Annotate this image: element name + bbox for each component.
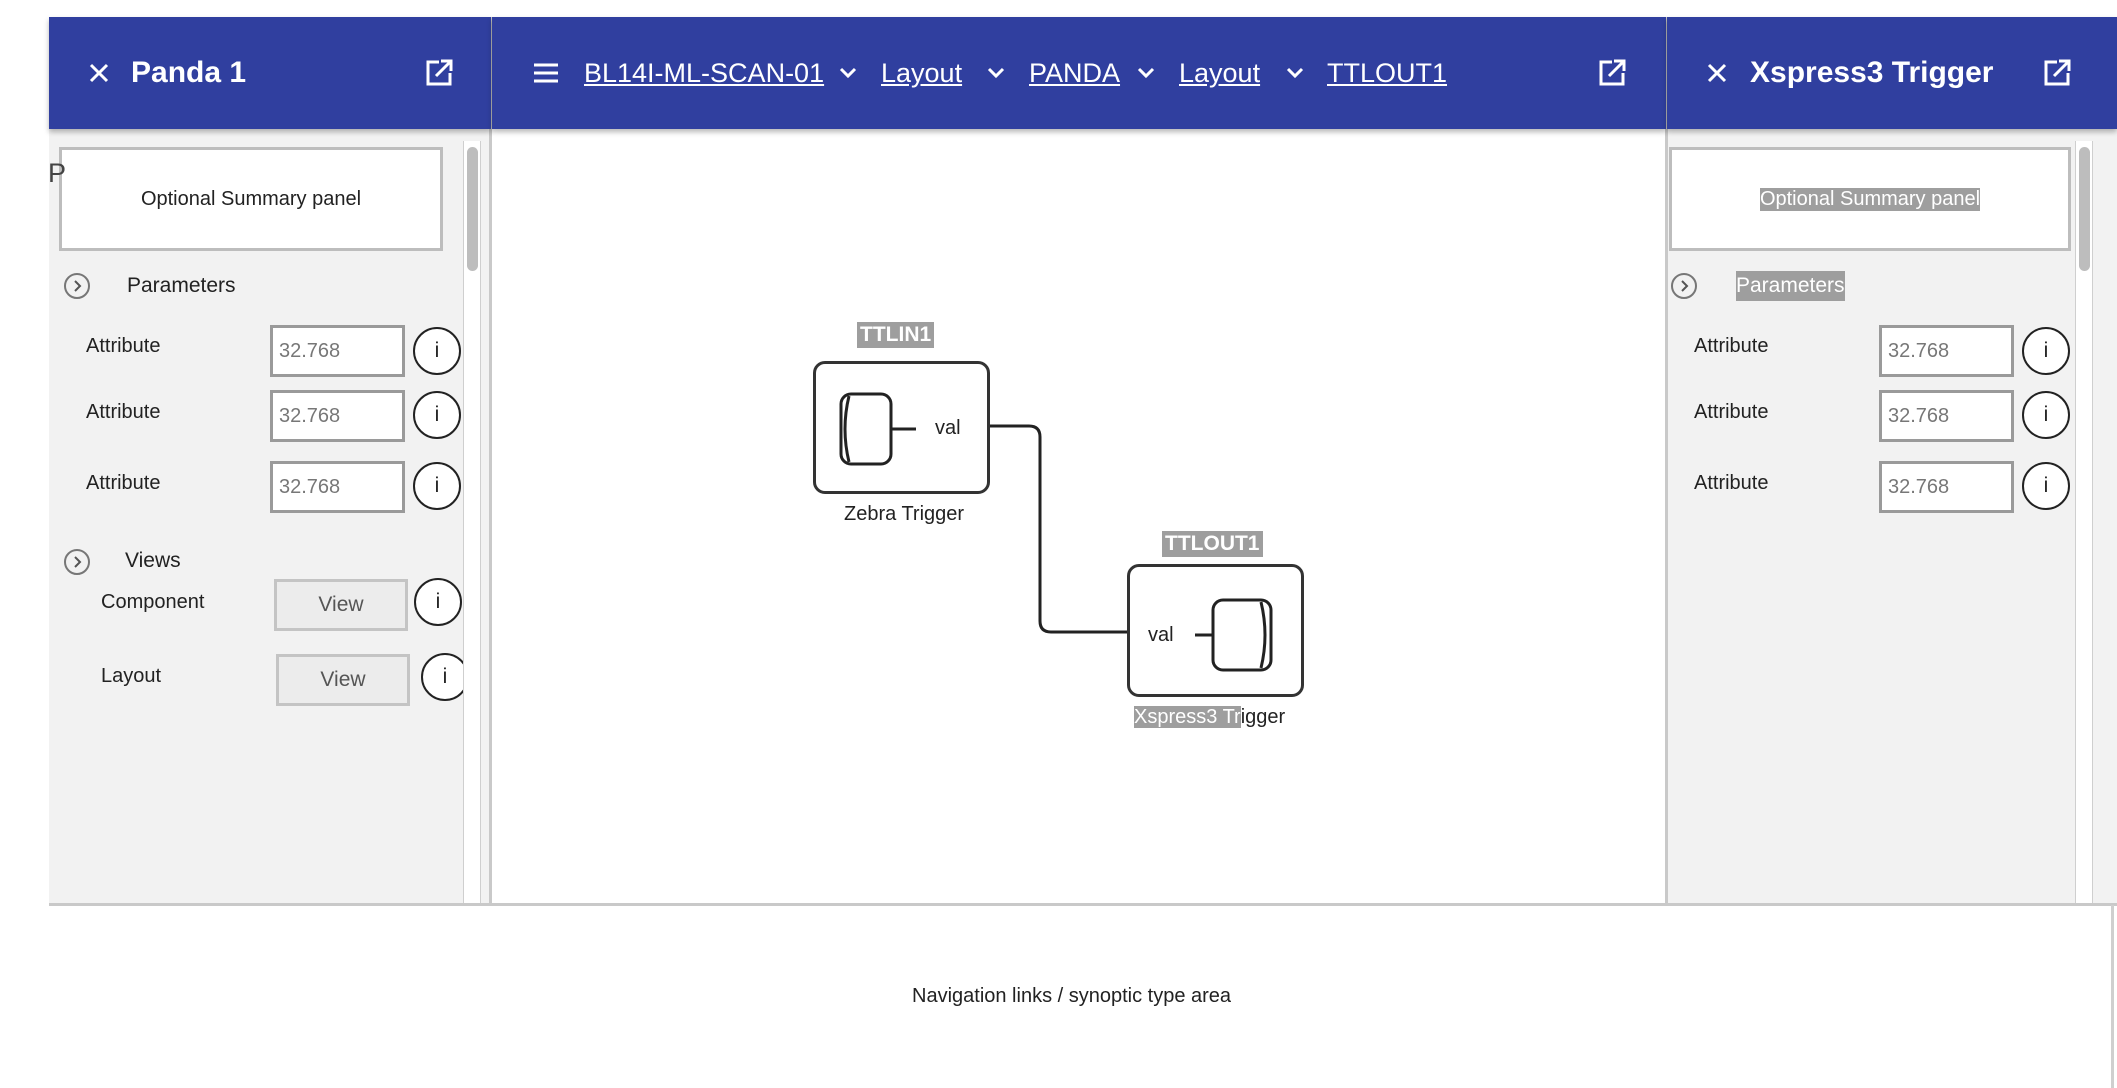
attribute-label: Attribute: [86, 472, 161, 494]
attribute-label: Attribute: [1694, 335, 1769, 357]
open-in-new-icon[interactable]: [1592, 53, 1632, 93]
component-view-button[interactable]: View: [274, 579, 408, 631]
right-panel-title: Xspress3 Trigger: [1750, 56, 1994, 89]
layout-header: BL14I-ML-SCAN-01 Layout PANDA Layout TTL…: [492, 17, 1666, 129]
info-icon[interactable]: i: [413, 391, 461, 439]
attribute-label: Attribute: [86, 335, 161, 357]
info-icon[interactable]: i: [2022, 327, 2070, 375]
left-panel: Optional Summary panel Parameters Attrib…: [49, 129, 491, 905]
summary-panel: Optional Summary panel: [59, 147, 443, 251]
parameters-label[interactable]: Parameters: [127, 271, 236, 301]
breadcrumb-layout-2[interactable]: Layout: [1179, 17, 1260, 129]
block-label-xspress3-trigger: Xspress3 Trigger: [1134, 706, 1285, 729]
block-title-ttlout1: TTLOUT1: [1162, 531, 1263, 557]
port-label: val: [1148, 624, 1174, 646]
chevron-down-icon[interactable]: [980, 57, 1012, 89]
chevron-down-icon[interactable]: [1279, 57, 1311, 89]
stray-text: P: [48, 158, 67, 188]
scrollbar-thumb[interactable]: [2079, 147, 2090, 271]
block-ttlout1[interactable]: val: [1127, 564, 1304, 697]
info-icon[interactable]: i: [2022, 391, 2070, 439]
right-panel: Optional Summary panel Parameters Attrib…: [1667, 129, 2117, 905]
chevron-right-circle-icon[interactable]: [1670, 272, 1698, 300]
open-in-new-icon[interactable]: [419, 53, 459, 93]
breadcrumb-layout-1[interactable]: Layout: [881, 17, 962, 129]
info-icon[interactable]: i: [413, 327, 461, 375]
left-panel-header: Panda 1: [49, 17, 491, 129]
footer-divider: [49, 903, 2117, 906]
attribute-input[interactable]: [1879, 325, 2014, 377]
block-ttlin1[interactable]: val: [813, 361, 990, 494]
menu-icon[interactable]: [526, 53, 566, 93]
summary-panel-text: Optional Summary panel: [1759, 187, 1981, 211]
layout-canvas[interactable]: TTLIN1 val Zebra Trigger TTLOUT1 val Xsp…: [492, 129, 1666, 905]
attribute-label: Attribute: [1694, 472, 1769, 494]
right-panel-header: Xspress3 Trigger: [1667, 17, 2117, 129]
info-icon[interactable]: i: [421, 653, 469, 701]
connection-wire: [989, 424, 1127, 634]
divider-left[interactable]: [489, 17, 492, 905]
attribute-input[interactable]: [1879, 390, 2014, 442]
view-label-component: Component: [101, 591, 205, 613]
info-icon[interactable]: i: [413, 462, 461, 510]
parameters-label[interactable]: Parameters: [1736, 271, 1845, 301]
block-title-ttlin1: TTLIN1: [857, 322, 935, 348]
label-rest: igger: [1240, 706, 1286, 728]
info-icon[interactable]: i: [414, 578, 462, 626]
chevron-right-circle-icon[interactable]: [63, 548, 91, 576]
breadcrumb-bl14i[interactable]: BL14I-ML-SCAN-01: [584, 17, 824, 129]
attribute-input[interactable]: [270, 325, 405, 377]
block-label-zebra-trigger: Zebra Trigger: [844, 503, 965, 525]
close-icon[interactable]: [1697, 53, 1737, 93]
divider-right[interactable]: [1665, 17, 1668, 905]
page-edge: [2111, 905, 2114, 1088]
attribute-label: Attribute: [1694, 401, 1769, 423]
chevron-down-icon[interactable]: [1130, 57, 1162, 89]
close-icon[interactable]: [79, 53, 119, 93]
navigation-area-label: Navigation links / synoptic type area: [912, 985, 1232, 1007]
chevron-right-circle-icon[interactable]: [63, 272, 91, 300]
attribute-input[interactable]: [270, 390, 405, 442]
breadcrumb-panda[interactable]: PANDA: [1029, 17, 1120, 129]
open-in-new-icon[interactable]: [2037, 53, 2077, 93]
cylinder-port-icon: [1195, 598, 1273, 672]
scrollbar-thumb[interactable]: [467, 147, 478, 271]
chevron-down-icon[interactable]: [832, 57, 864, 89]
label-highlight: Xspress3 Tr: [1134, 706, 1241, 728]
attribute-input[interactable]: [270, 461, 405, 513]
views-label[interactable]: Views: [125, 546, 181, 576]
scrollbar[interactable]: [463, 141, 481, 905]
left-panel-title: Panda 1: [131, 56, 247, 89]
layout-view-button[interactable]: View: [276, 654, 410, 706]
breadcrumb-ttlout1[interactable]: TTLOUT1: [1327, 17, 1447, 129]
port-label: val: [935, 417, 961, 439]
connection-layer: [989, 424, 1127, 634]
attribute-input[interactable]: [1879, 461, 2014, 513]
info-icon[interactable]: i: [2022, 462, 2070, 510]
view-label-layout: Layout: [101, 665, 162, 687]
summary-panel: Optional Summary panel: [1669, 147, 2071, 251]
attribute-label: Attribute: [86, 401, 161, 423]
cylinder-port-icon: [839, 392, 916, 466]
scrollbar[interactable]: [2075, 141, 2093, 905]
